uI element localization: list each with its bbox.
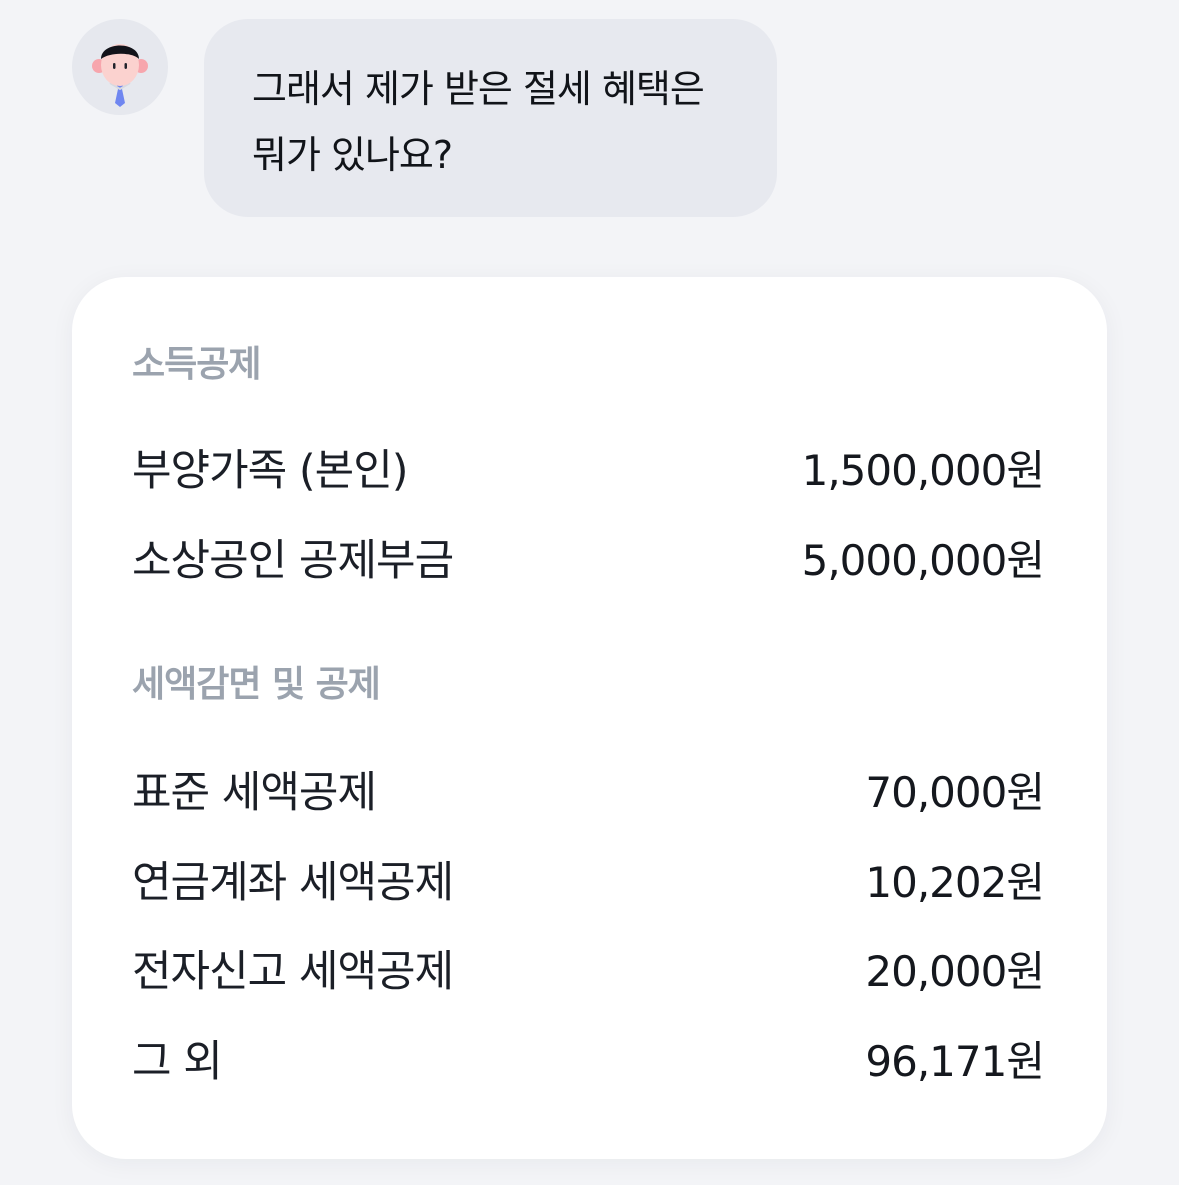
row-label: 소상공인 공제부금 xyxy=(132,536,454,586)
row-amount: 1,500,000원 xyxy=(801,445,1045,495)
tax-benefit-card: 소득공제 부양가족 (본인) 1,500,000원 소상공인 공제부금 5,00… xyxy=(72,277,1107,1159)
row-label: 연금계좌 세액공제 xyxy=(132,858,454,908)
deduction-row: 소상공인 공제부금 5,000,000원 xyxy=(132,525,1045,589)
row-label: 그 외 xyxy=(132,1037,223,1087)
row-amount: 20,000원 xyxy=(865,946,1045,996)
section-title-tax-credit: 세액감면 및 공제 xyxy=(132,664,381,705)
row-amount: 96,171원 xyxy=(865,1036,1045,1086)
deduction-row: 부양가족 (본인) 1,500,000원 xyxy=(132,435,1045,499)
credit-row: 그 외 96,171원 xyxy=(132,1026,1045,1090)
credit-row: 연금계좌 세액공제 10,202원 xyxy=(132,847,1045,911)
row-label: 표준 세액공제 xyxy=(132,768,377,818)
row-amount: 70,000원 xyxy=(865,767,1045,817)
credit-row: 전자신고 세액공제 20,000원 xyxy=(132,936,1045,1000)
credit-row: 표준 세액공제 70,000원 xyxy=(132,757,1045,821)
row-label: 전자신고 세액공제 xyxy=(132,947,454,997)
person-avatar-icon xyxy=(92,44,148,107)
section-title-income-deduction: 소득공제 xyxy=(132,344,261,385)
message-line: 그래서 제가 받은 절세 혜택은 xyxy=(252,67,705,111)
user-message-bubble: 그래서 제가 받은 절세 혜택은 뭐가 있나요? xyxy=(204,19,777,217)
row-amount: 5,000,000원 xyxy=(801,535,1045,585)
avatar xyxy=(72,19,168,115)
row-label: 부양가족 (본인) xyxy=(132,446,409,496)
row-amount: 10,202원 xyxy=(865,857,1045,907)
message-line: 뭐가 있나요? xyxy=(252,133,453,177)
